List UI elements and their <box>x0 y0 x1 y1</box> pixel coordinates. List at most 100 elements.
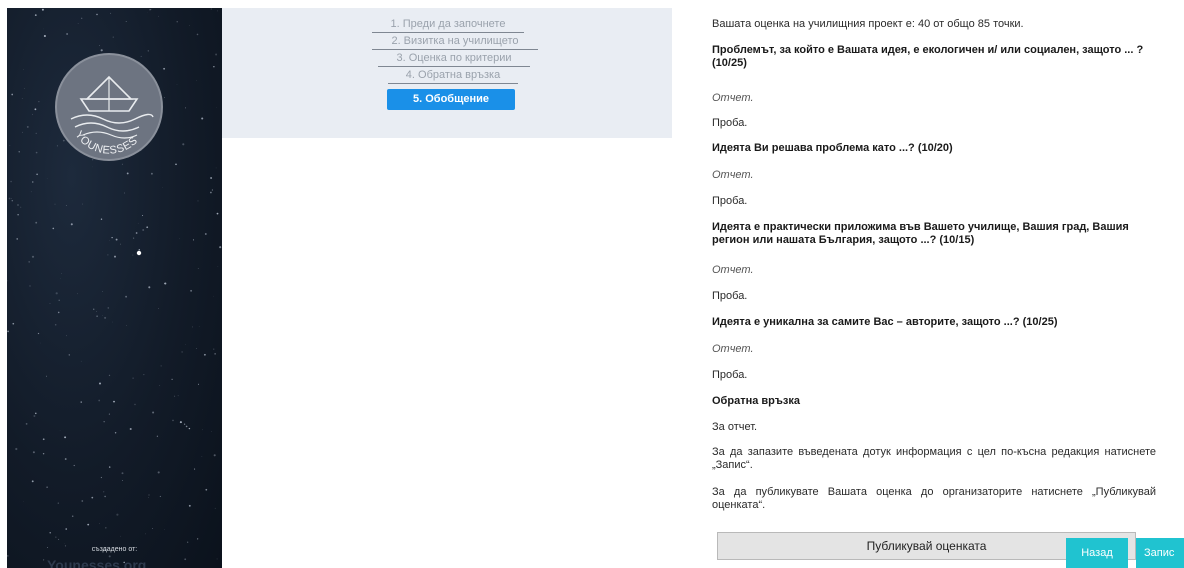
star <box>158 15 159 17</box>
criterion-question-3: Идеята е практически приложима във Вашет… <box>712 221 1129 246</box>
star <box>9 145 11 146</box>
star <box>100 218 103 220</box>
criterion-answer-1: Проба. <box>712 117 748 129</box>
save-button[interactable]: Запис <box>1136 538 1184 568</box>
star <box>7 555 9 557</box>
star <box>157 471 160 474</box>
star <box>192 239 195 241</box>
star <box>29 285 31 287</box>
star <box>203 353 206 356</box>
star <box>91 158 94 161</box>
star <box>77 293 78 295</box>
star <box>11 199 14 202</box>
step-feedback[interactable]: 4. Обратна връзка <box>388 68 518 84</box>
star <box>98 399 101 402</box>
star <box>219 246 222 249</box>
star <box>60 278 61 279</box>
star <box>196 33 199 36</box>
star <box>201 456 203 457</box>
star <box>103 491 105 493</box>
star <box>25 423 28 425</box>
star <box>98 523 100 524</box>
star <box>104 316 107 319</box>
criterion-label-3: Отчет. <box>712 264 754 276</box>
sidebar-brand[interactable]: Younesses.org <box>47 557 146 568</box>
star <box>211 189 213 191</box>
star <box>31 255 35 258</box>
star <box>190 289 193 292</box>
step-criteria-evaluation[interactable]: 3. Оценка по критерии <box>378 51 530 67</box>
star <box>21 98 23 99</box>
star <box>132 254 134 256</box>
star <box>152 528 153 529</box>
star <box>159 385 161 386</box>
star <box>176 21 178 23</box>
star <box>116 513 119 516</box>
star <box>55 292 58 295</box>
star <box>187 541 189 543</box>
star <box>32 451 35 454</box>
criterion-answer-4: Проба. <box>712 369 748 381</box>
step-summary-active[interactable]: 5. Обобщение <box>387 89 515 110</box>
star <box>159 495 161 497</box>
star <box>191 326 193 328</box>
star <box>57 311 60 314</box>
star <box>147 50 149 52</box>
star <box>98 382 102 385</box>
star <box>110 12 112 14</box>
star <box>171 378 173 381</box>
star <box>35 221 38 224</box>
star <box>210 191 212 194</box>
star <box>64 458 67 460</box>
star <box>32 181 34 183</box>
star <box>175 163 177 166</box>
star <box>35 151 38 154</box>
star <box>82 203 83 205</box>
star <box>163 67 166 70</box>
star <box>100 476 103 479</box>
star <box>174 395 176 397</box>
star <box>164 97 165 99</box>
star <box>138 248 140 251</box>
star <box>150 172 153 175</box>
star <box>181 351 183 353</box>
star <box>87 523 90 526</box>
criterion-answer-3: Проба. <box>712 290 748 302</box>
star <box>146 226 149 229</box>
step-before-start[interactable]: 1. Преди да започнете <box>372 17 524 33</box>
star <box>46 486 48 488</box>
star <box>121 163 123 165</box>
star <box>194 468 196 470</box>
star <box>125 295 127 298</box>
star <box>73 464 75 467</box>
star <box>96 310 98 312</box>
criterion-label-4: Отчет. <box>712 343 754 355</box>
star <box>43 559 45 561</box>
star <box>185 425 188 428</box>
star <box>23 69 24 70</box>
star <box>64 436 67 439</box>
star <box>145 533 146 535</box>
star <box>215 167 217 169</box>
step-school-card[interactable]: 2. Визитка на училището <box>372 34 538 50</box>
star <box>42 438 45 441</box>
star <box>197 538 199 540</box>
star <box>214 353 216 355</box>
star <box>15 447 18 451</box>
star <box>8 197 11 200</box>
star <box>66 335 67 337</box>
star <box>197 200 199 202</box>
star <box>107 307 110 309</box>
star <box>18 151 20 153</box>
star <box>30 191 32 193</box>
star <box>179 421 182 424</box>
star <box>54 323 57 326</box>
star <box>112 36 114 38</box>
star <box>37 332 40 335</box>
star <box>100 49 103 52</box>
star <box>68 354 70 356</box>
back-button[interactable]: Назад <box>1066 538 1128 568</box>
star <box>102 291 103 292</box>
star <box>196 347 197 349</box>
star <box>58 299 60 302</box>
